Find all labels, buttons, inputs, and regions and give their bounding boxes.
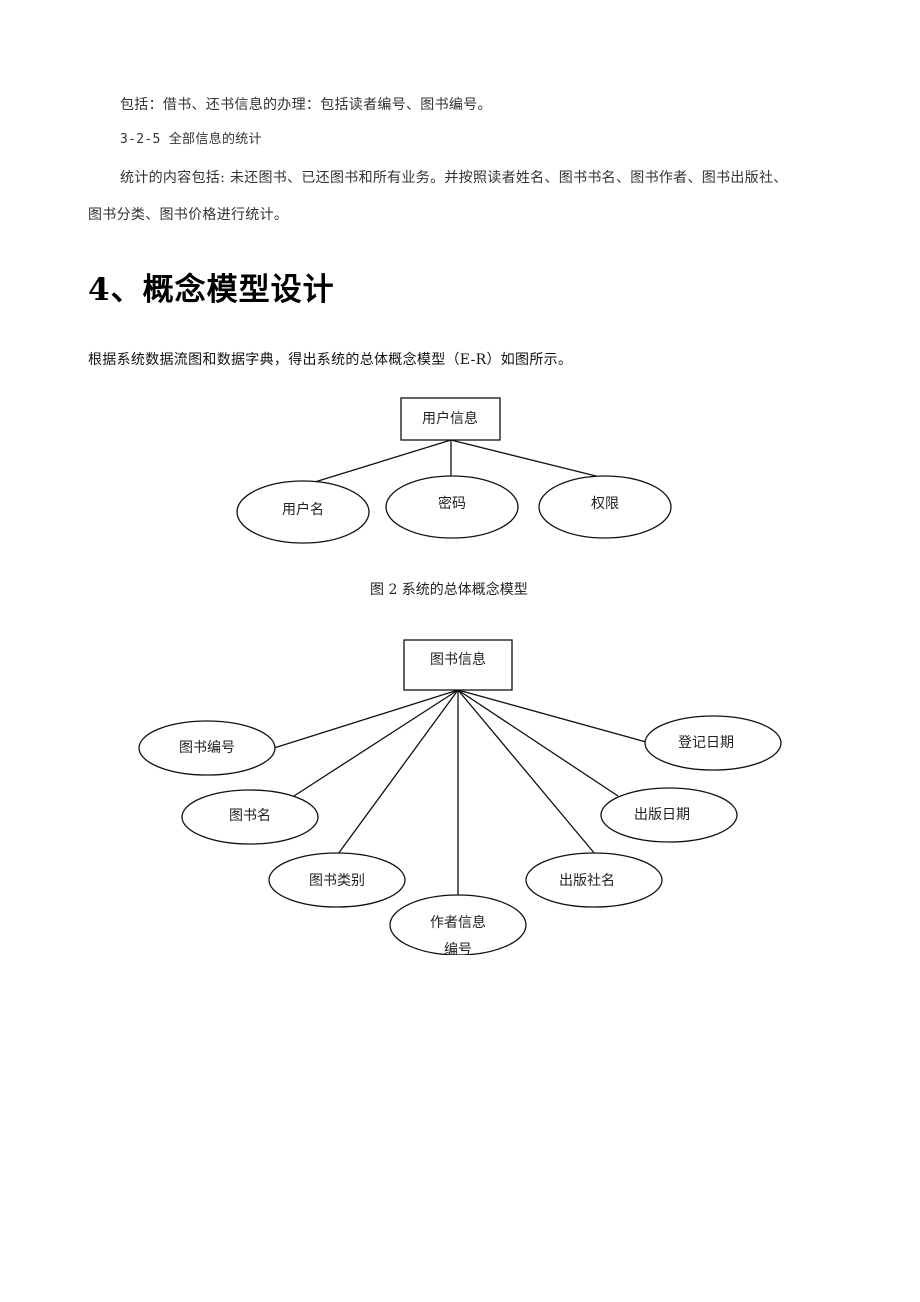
relation-line [457,689,647,743]
attribute-label: 登记日期 [678,735,734,751]
relation-line [457,689,596,855]
attribute-label: 图书名 [229,808,271,824]
entity-label-book: 图书信息 [430,651,486,668]
attribute-label: 出版日期 [634,807,690,823]
relation-line [273,689,459,749]
attribute-label-truncated: 编号 [444,942,472,958]
relation-line [337,689,459,855]
relation-line [457,689,619,797]
attribute-label: 图书编号 [179,740,235,756]
relation-line [293,689,459,797]
attribute-label: 作者信息 [430,914,486,931]
attribute-label: 图书类别 [309,873,365,889]
attribute-label: 出版社名 [559,873,615,889]
er-diagram-book: 作者信息 编号 图书信息 图书编号 图书名 图书类别 出版社名 出版日期 登记日… [138,639,782,958]
